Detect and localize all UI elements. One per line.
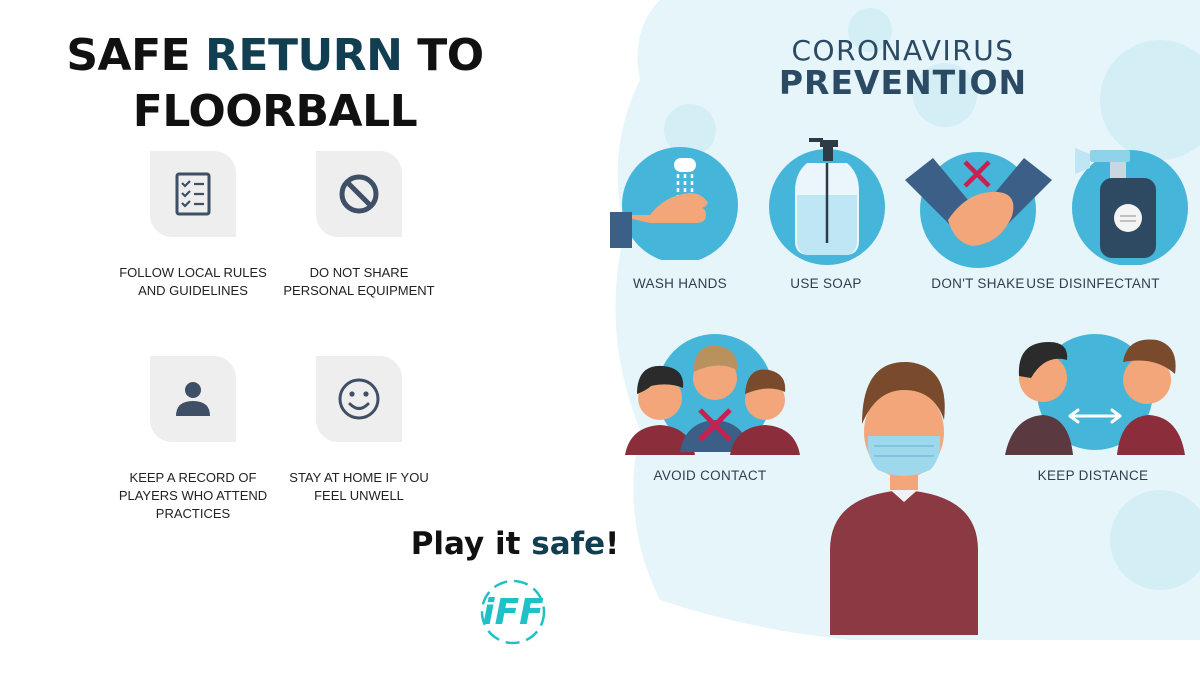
label-use-disinfectant: USE DISINFECTANT: [1026, 276, 1160, 291]
keep-distance-illustration: [1005, 334, 1185, 455]
prevention-title-line-1: CORONAVIRUS: [791, 34, 1015, 67]
tagline-part: Play it: [410, 526, 532, 562]
coronavirus-infographic: CORONAVIRUS PREVENTION WASH HANDS USE SO…: [600, 0, 1200, 675]
prohibited-icon: [339, 174, 379, 214]
caption-stay-home: STAY AT HOME IF YOU FEEL UNWELL: [289, 470, 429, 503]
prevention-title-line-2: PREVENTION: [778, 63, 1028, 102]
label-avoid-contact: AVOID CONTACT: [653, 468, 767, 483]
title-line-2: FLOORBALL: [132, 86, 418, 137]
title-accent: RETURN: [205, 30, 403, 81]
caption-record: KEEP A RECORD OF PLAYERS WHO ATTEND PRAC…: [118, 470, 268, 521]
page-title: SAFE RETURN TO FLOORBALL: [60, 28, 490, 140]
dont-shake-illustration: [905, 152, 1052, 268]
soap-illustration: [769, 138, 885, 265]
title-part: TO: [402, 30, 484, 81]
label-wash-hands: WASH HANDS: [632, 276, 727, 291]
title-part: SAFE: [66, 30, 206, 81]
disinfectant-illustration: [1072, 148, 1188, 265]
caption-no-sharing: DO NOT SHARE PERSONAL EQUIPMENT: [283, 265, 435, 298]
wash-hands-illustration: [610, 147, 738, 260]
tile-no-sharing: [316, 151, 402, 237]
tile-stay-home: [316, 356, 402, 442]
prevention-title: CORONAVIRUS PREVENTION: [768, 36, 1038, 100]
avoid-contact-illustration: [625, 334, 800, 455]
person-icon: [176, 382, 210, 416]
tile-follow-rules: [150, 151, 236, 237]
iff-logo: iFF: [480, 579, 546, 645]
svg-text:iFF: iFF: [482, 592, 544, 633]
label-use-soap: USE SOAP: [790, 276, 862, 291]
slide: SAFE RETURN TO FLOORBALL FOLLOW LOCAL RU…: [0, 0, 1200, 675]
caption-follow-rules: FOLLOW LOCAL RULES AND GUIDELINES: [119, 265, 267, 298]
masked-person-illustration: [830, 361, 978, 635]
label-keep-distance: KEEP DISTANCE: [1037, 468, 1149, 483]
tile-record: [150, 356, 236, 442]
checklist-icon: [175, 172, 211, 216]
tagline-accent: safe: [531, 526, 606, 562]
smiley-icon: [338, 378, 380, 420]
